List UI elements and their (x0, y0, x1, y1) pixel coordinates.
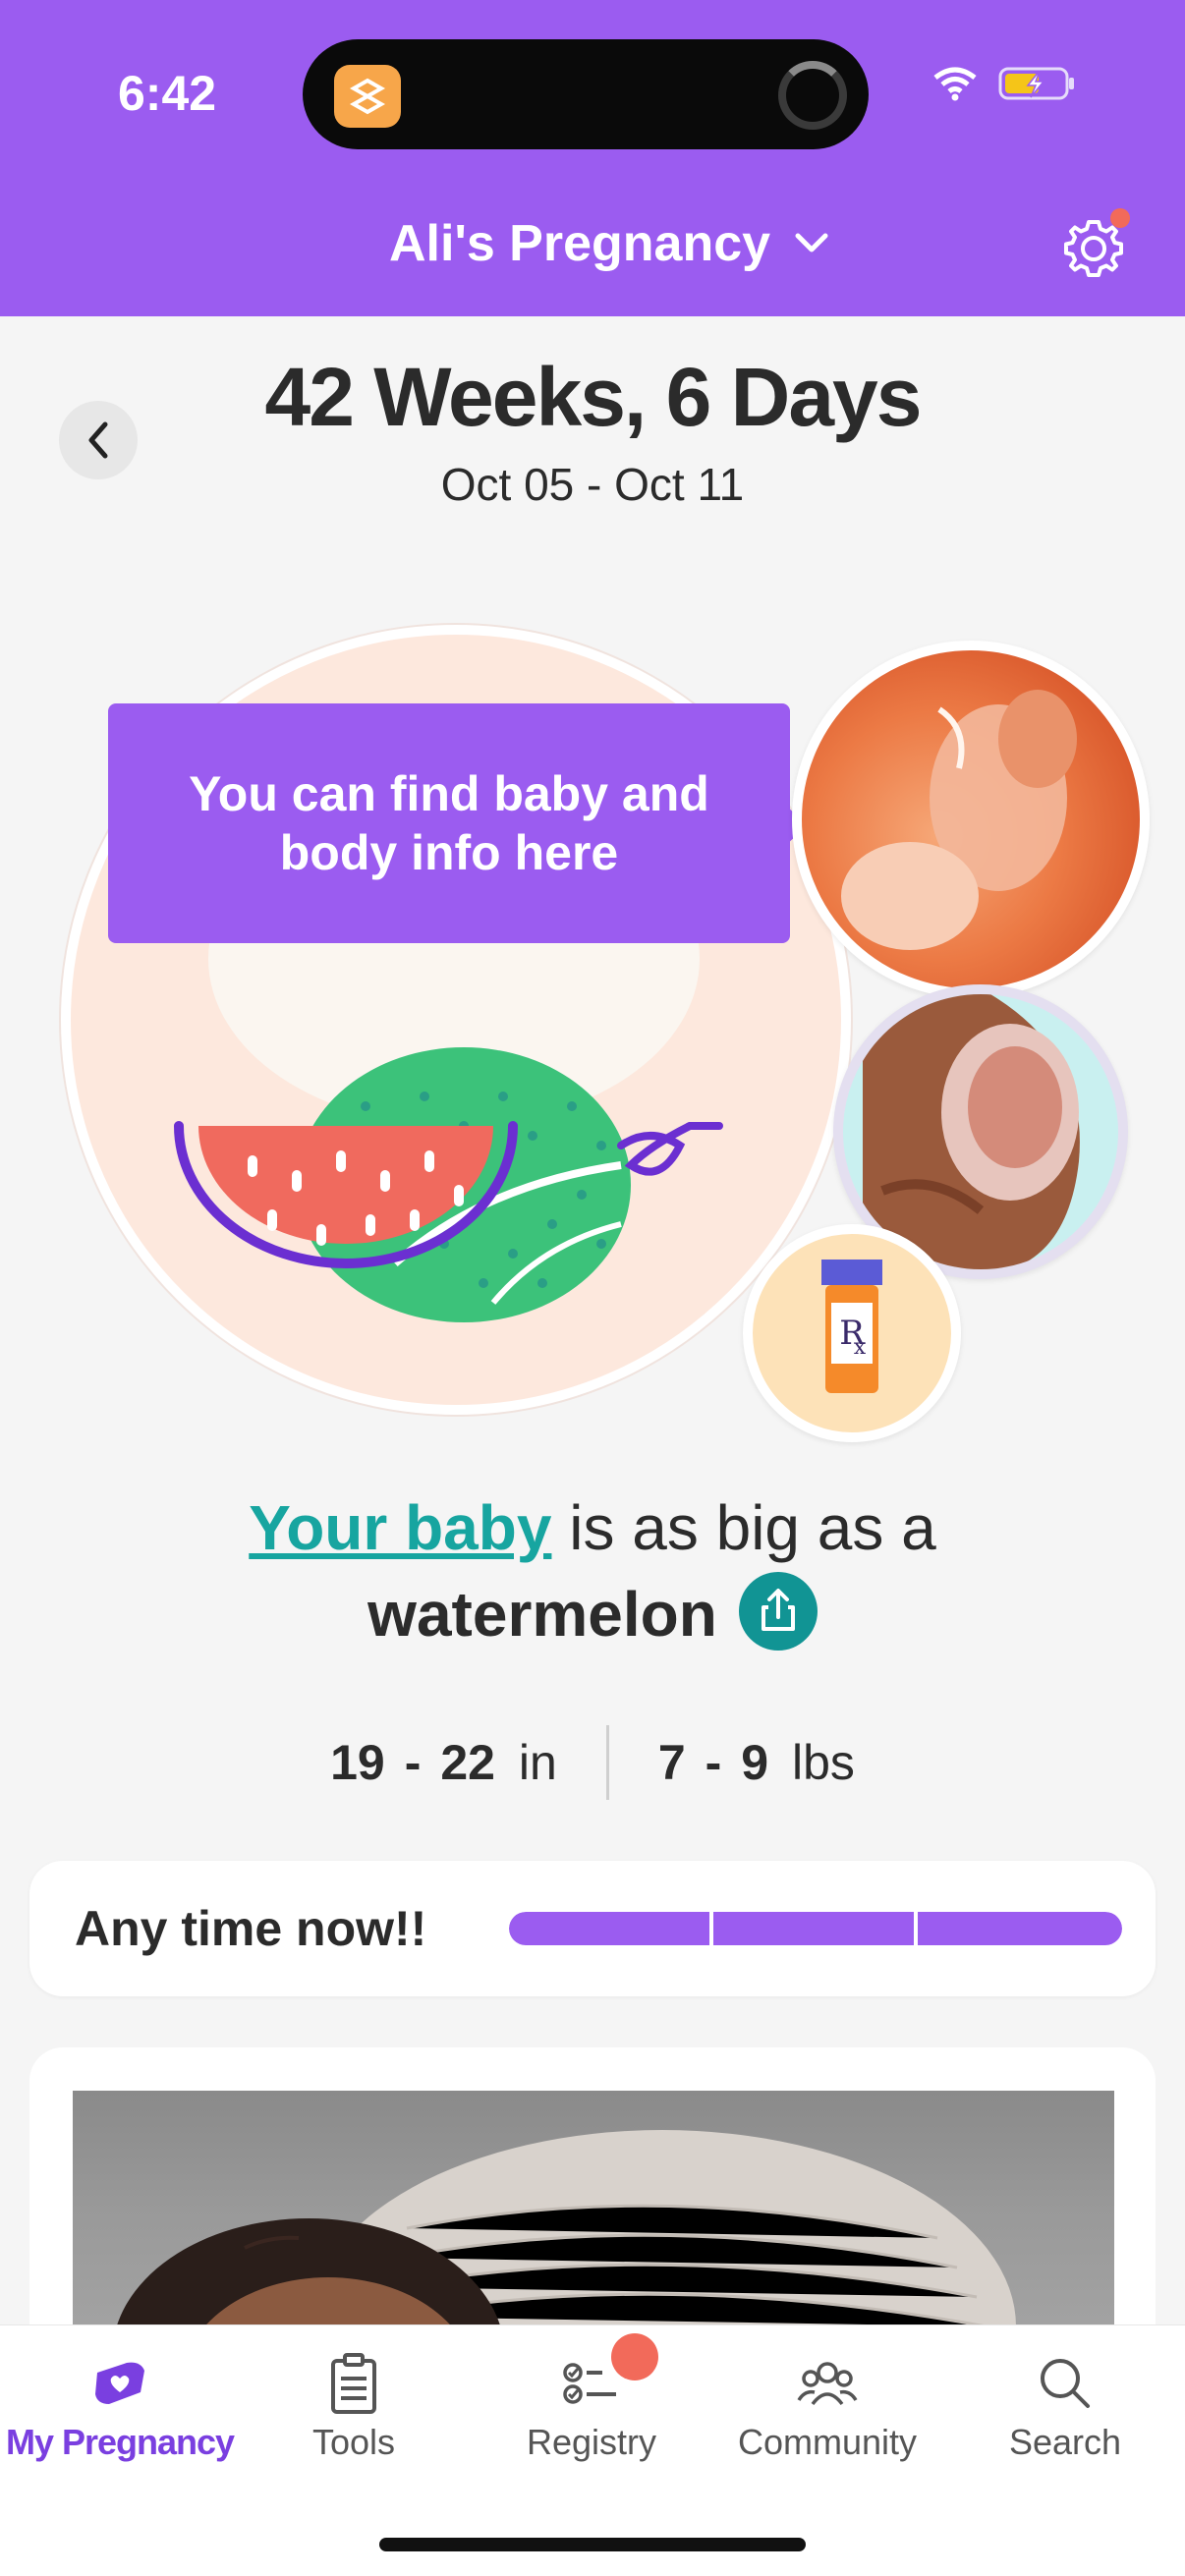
length-range-separator: - (404, 1735, 422, 1790)
pregnancy-progress-card[interactable]: Any time now!! (29, 1861, 1156, 1996)
community-icon (797, 2362, 858, 2406)
week-date-range: Oct 05 - Oct 11 (440, 459, 745, 510)
activity-spinner-icon (778, 61, 847, 130)
battery-charging-icon (998, 67, 1074, 100)
length-unit: in (518, 1735, 557, 1790)
weight-max: 9 (741, 1735, 769, 1790)
trimester-progress-bar (509, 1912, 1122, 1945)
weight-range-separator: - (705, 1735, 722, 1790)
chevron-down-icon (795, 233, 828, 252)
baby-development-thumbnail[interactable] (792, 641, 1150, 998)
tab-label: Search (1008, 2422, 1122, 2462)
tab-community[interactable]: Community (709, 2325, 945, 2483)
tab-label: Registry (526, 2422, 657, 2462)
size-measurements: 19-22 in 7-9 lbs (0, 1725, 1185, 1800)
progress-fill (509, 1912, 1122, 1945)
registry-badge (611, 2333, 658, 2380)
tab-label: My Pregnancy (5, 2422, 235, 2462)
wifi-icon (933, 67, 977, 101)
length-min: 19 (330, 1735, 385, 1790)
tab-my-pregnancy[interactable]: My Pregnancy (2, 2325, 238, 2483)
tab-label: Community (737, 2422, 918, 2462)
measurement-divider (605, 1725, 609, 1800)
status-indicators (931, 65, 1077, 102)
prescription-bottle-icon: R x (821, 1260, 882, 1393)
tab-registry[interactable]: Registry (474, 2325, 709, 2483)
bottom-tab-bar: My Pregnancy Tools Registry Community Se… (0, 2324, 1185, 2576)
week-title: 42 Weeks, 6 Days (264, 351, 923, 443)
share-icon (761, 1589, 795, 1632)
your-baby-link[interactable]: Your baby (249, 1492, 551, 1563)
shortcuts-app-icon (334, 65, 401, 128)
fruit-line: watermelon (0, 1572, 1185, 1658)
home-indicator (379, 2538, 806, 2551)
pregnant-body-illustration (863, 994, 1080, 1269)
weight-measurement: 7-9 lbs (658, 1734, 855, 1791)
info-tooltip[interactable]: You can find baby and body info here (108, 703, 790, 943)
tab-label: Tools (311, 2422, 396, 2462)
tab-tools[interactable]: Tools (236, 2325, 472, 2483)
weight-unit: lbs (792, 1735, 855, 1790)
health-tips-thumbnail[interactable]: R x (743, 1224, 961, 1442)
tab-search[interactable]: Search (947, 2325, 1183, 2483)
size-comparison-text: is as big as a (551, 1492, 936, 1563)
status-time: 6:42 (118, 66, 217, 121)
settings-notification-dot (1110, 208, 1130, 228)
trimester-divider (709, 1912, 713, 1945)
length-measurement: 19-22 in (330, 1734, 557, 1791)
app-header: 6:42 Ali's Pregnancy (0, 0, 1185, 316)
svg-text:x: x (854, 1335, 867, 1360)
trimester-divider (914, 1912, 918, 1945)
search-icon (1041, 2359, 1090, 2408)
weight-min: 7 (657, 1735, 686, 1790)
clipboard-icon (331, 2353, 376, 2414)
pregnancy-selector[interactable]: Ali's Pregnancy (389, 214, 829, 273)
dynamic-island (303, 39, 869, 149)
pregnancy-title: Ali's Pregnancy (389, 215, 771, 272)
share-button[interactable] (738, 1572, 818, 1652)
length-max: 22 (440, 1735, 495, 1790)
fetus-illustration (841, 690, 1077, 950)
size-comparison-line: Your baby is as big as a (0, 1491, 1185, 1564)
pregnancy-heart-icon (95, 2362, 144, 2404)
fruit-name: watermelon (367, 1579, 717, 1650)
progress-label: Any time now!! (75, 1901, 427, 1956)
